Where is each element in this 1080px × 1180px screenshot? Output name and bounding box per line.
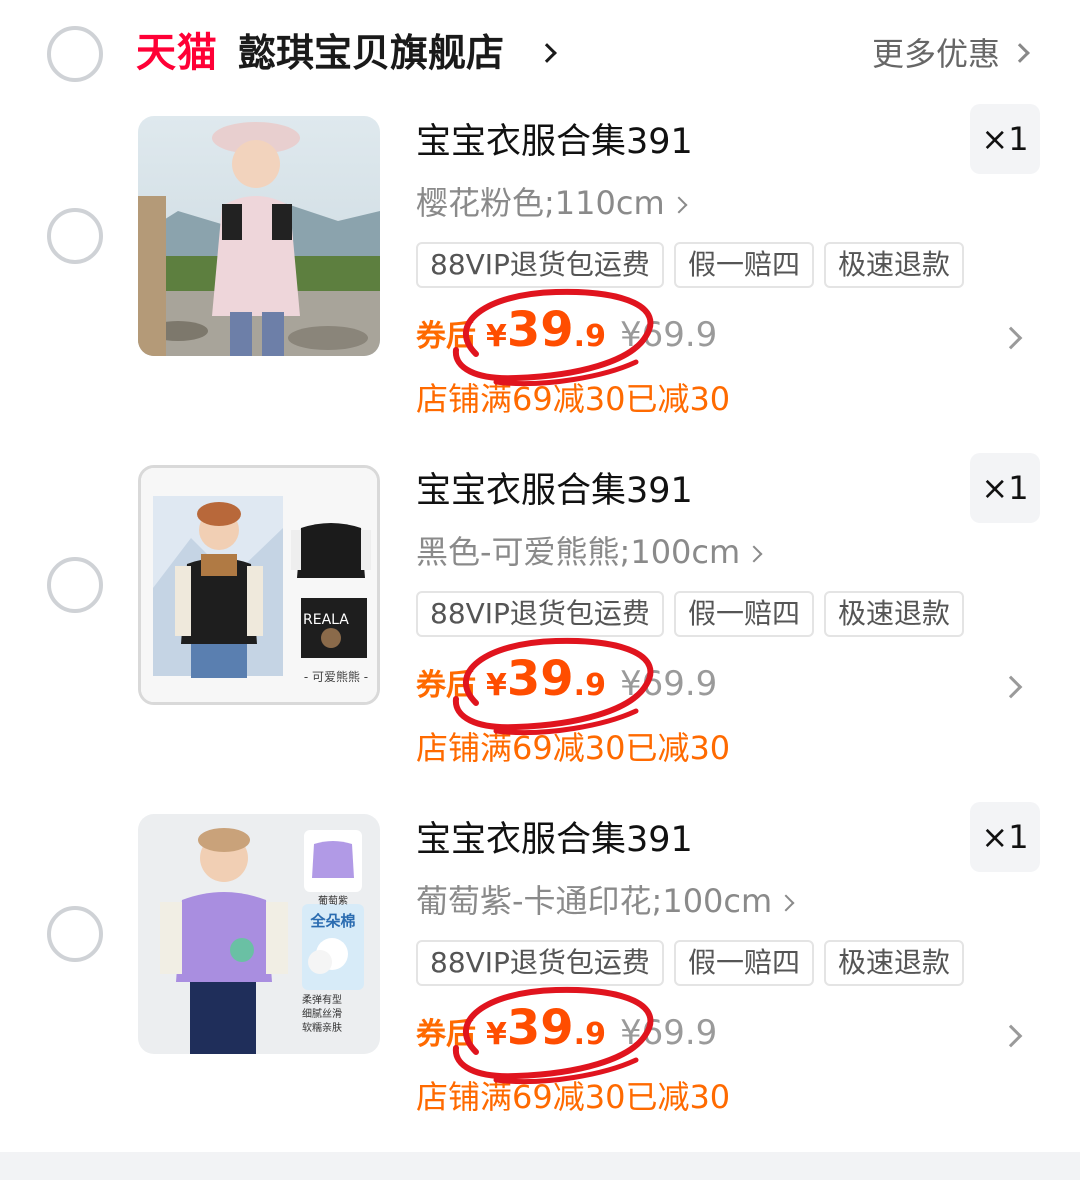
price-row: 券后 ¥39.9 ¥69.9 (416, 1000, 717, 1060)
chevron-right-icon (745, 545, 763, 563)
price-decimal: .9 (573, 1017, 606, 1052)
feature-text: 柔弹有型 (302, 995, 342, 1006)
image-caption: - 可爱熊熊 - (303, 670, 369, 684)
quantity-button[interactable]: ×1 (970, 453, 1040, 523)
tag-88vip: 88VIP退货包运费 (416, 242, 664, 288)
product-image[interactable] (138, 116, 380, 356)
service-tags: 88VIP退货包运费 假一赔四 极速退款 (416, 591, 964, 637)
price-row: 券后 ¥39.9 ¥69.9 (416, 651, 717, 711)
price-integer: 39 (506, 651, 574, 707)
price-decimal: .9 (573, 319, 606, 354)
image-badge: 全朵棉 (310, 912, 356, 930)
price-decimal: .9 (573, 668, 606, 703)
product-title[interactable]: 宝宝衣服合集391 (416, 469, 693, 513)
shop-select-radio[interactable] (47, 26, 103, 82)
item-select-radio[interactable] (47, 557, 103, 613)
cart-item: 葡萄紫 全朵棉 柔弹有型 细腻丝滑 软糯亲肤 宝宝衣服合集391 ×1 葡萄紫-… (0, 802, 1080, 1162)
tag-fake-compensation: 假一赔四 (673, 591, 814, 637)
chevron-right-icon[interactable] (999, 326, 1023, 350)
tag-88vip: 88VIP退货包运费 (416, 940, 664, 986)
service-tags: 88VIP退货包运费 假一赔四 极速退款 (416, 242, 964, 288)
feature-text: 细腻丝滑 (302, 1009, 342, 1020)
image-caption: 葡萄紫 (318, 896, 348, 907)
coupon-price-label: 券后 (416, 668, 476, 703)
chevron-right-icon (670, 196, 688, 214)
chevron-right-icon[interactable] (1010, 43, 1030, 63)
image-features: 柔弹有型 细腻丝滑 软糯亲肤 (302, 994, 378, 1036)
product-title[interactable]: 宝宝衣服合集391 (416, 818, 693, 862)
chevron-right-icon (777, 894, 795, 912)
tag-fast-refund: 极速退款 (823, 242, 964, 288)
service-tags: 88VIP退货包运费 假一赔四 极速退款 (416, 940, 964, 986)
original-price: ¥69.9 (619, 664, 718, 704)
chevron-right-icon[interactable] (999, 675, 1023, 699)
tag-fake-compensation: 假一赔四 (673, 940, 814, 986)
discount-note: 店铺满69减30已减30 (416, 1078, 731, 1116)
variant-label: 葡萄紫-卡通印花;100cm (416, 882, 773, 920)
discount-note: 店铺满69减30已减30 (416, 729, 731, 767)
tmall-logo: 天猫 (136, 30, 218, 76)
chevron-right-icon[interactable] (999, 1024, 1023, 1048)
item-select-radio[interactable] (47, 208, 103, 264)
price-integer: 39 (506, 1000, 574, 1056)
cart-item: 宝宝衣服合集391 ×1 樱花粉色;110cm 88VIP退货包运费 假一赔四 … (0, 104, 1080, 464)
original-price: ¥69.9 (619, 315, 718, 355)
product-title[interactable]: 宝宝衣服合集391 (416, 120, 693, 164)
chevron-right-icon[interactable] (537, 43, 557, 63)
currency-symbol: ¥ (486, 319, 507, 354)
currency-symbol: ¥ (486, 668, 507, 703)
more-offers-link[interactable]: 更多优惠 (872, 34, 1000, 74)
variant-selector[interactable]: 黑色-可爱熊熊;100cm (416, 531, 763, 573)
quantity-button[interactable]: ×1 (970, 104, 1040, 174)
shop-header: 天猫 懿琪宝贝旗舰店 更多优惠 (0, 0, 1080, 100)
original-price: ¥69.9 (619, 1013, 718, 1053)
variant-selector[interactable]: 樱花粉色;110cm (416, 182, 688, 224)
variant-selector[interactable]: 葡萄紫-卡通印花;100cm (416, 880, 795, 922)
tag-fast-refund: 极速退款 (823, 591, 964, 637)
item-select-radio[interactable] (47, 906, 103, 962)
variant-label: 黑色-可爱熊熊;100cm (416, 533, 741, 571)
shop-name[interactable]: 懿琪宝贝旗舰店 (238, 30, 504, 76)
variant-label: 樱花粉色;110cm (416, 184, 665, 222)
coupon-price-label: 券后 (416, 319, 476, 354)
bottom-divider (0, 1152, 1080, 1180)
currency-symbol: ¥ (486, 1017, 507, 1052)
tag-88vip: 88VIP退货包运费 (416, 591, 664, 637)
product-image[interactable]: REALA - 可爱熊熊 - (138, 465, 380, 705)
feature-text: 软糯亲肤 (302, 1023, 342, 1034)
svg-text:REALA: REALA (303, 612, 349, 628)
tag-fast-refund: 极速退款 (823, 940, 964, 986)
tag-fake-compensation: 假一赔四 (673, 242, 814, 288)
price-integer: 39 (506, 302, 574, 358)
cart-item: REALA - 可爱熊熊 - 宝宝衣服合集391 ×1 黑色-可爱熊熊;100c… (0, 453, 1080, 813)
product-image[interactable]: 葡萄紫 全朵棉 柔弹有型 细腻丝滑 软糯亲肤 (138, 814, 380, 1054)
coupon-price-label: 券后 (416, 1017, 476, 1052)
price-row: 券后 ¥39.9 ¥69.9 (416, 302, 717, 362)
discount-note: 店铺满69减30已减30 (416, 380, 731, 418)
quantity-button[interactable]: ×1 (970, 802, 1040, 872)
